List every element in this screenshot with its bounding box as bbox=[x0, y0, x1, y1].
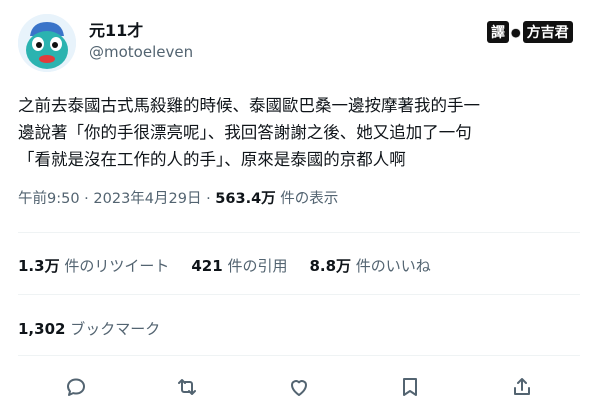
meta-separator: · bbox=[79, 191, 94, 207]
action-bar bbox=[0, 366, 598, 406]
views-count: 563.4万 bbox=[215, 191, 276, 207]
divider bbox=[18, 232, 580, 233]
divider bbox=[18, 294, 580, 295]
bookmark-icon bbox=[403, 378, 417, 396]
share-icon bbox=[514, 378, 530, 395]
reply-icon bbox=[67, 378, 85, 396]
like-icon bbox=[291, 380, 307, 396]
like-button[interactable] bbox=[286, 374, 312, 400]
tweet-date[interactable]: 2023年4月29日 bbox=[93, 191, 201, 207]
quotes-stat[interactable]: 421 件の引用 bbox=[191, 255, 287, 276]
display-name[interactable]: 元11才 bbox=[89, 17, 143, 41]
share-button[interactable] bbox=[509, 374, 535, 400]
bookmarks-stat[interactable]: 1,302 ブックマーク bbox=[18, 318, 160, 339]
divider bbox=[18, 355, 580, 356]
likes-count: 8.8万 bbox=[309, 257, 352, 275]
avatar-image bbox=[18, 14, 76, 72]
retweets-label: 件のリツイート bbox=[59, 257, 170, 275]
likes-stat[interactable]: 8.8万 件のいいね bbox=[309, 255, 430, 276]
likes-label: 件のいいね bbox=[351, 257, 431, 275]
tweet-meta: 午前9:50 · 2023年4月29日 · 563.4万 件の表示 bbox=[18, 187, 338, 208]
quotes-label: 件の引用 bbox=[222, 257, 288, 275]
avatar[interactable] bbox=[18, 14, 76, 72]
reply-button[interactable] bbox=[63, 374, 89, 400]
retweets-count: 1.3万 bbox=[18, 257, 60, 275]
retweets-stat[interactable]: 1.3万 件のリツイート bbox=[18, 255, 169, 276]
bookmark-button[interactable] bbox=[397, 374, 423, 400]
retweet-icon bbox=[178, 379, 196, 395]
retweet-button[interactable] bbox=[174, 374, 200, 400]
views-label: 件の表示 bbox=[275, 191, 339, 207]
tweet-header: 元11才 @motoeleven 譯 ● 方吉君 bbox=[0, 0, 598, 80]
tweet-stats: 1.3万 件のリツイート 421 件の引用 8.8万 件のいいね bbox=[18, 255, 431, 276]
tweet-text: 之前去泰國古式馬殺雞的時候、泰國歐巴桑一邊按摩著我的手一 邊說著「你的手很漂亮呢… bbox=[18, 96, 480, 169]
quotes-count: 421 bbox=[191, 257, 223, 275]
translator-badge: 譯 ● 方吉君 bbox=[487, 21, 573, 43]
bookmarks-count: 1,302 bbox=[18, 320, 66, 338]
bookmarks-label: ブックマーク bbox=[65, 320, 161, 338]
translator-badge-sep: ● bbox=[511, 25, 521, 39]
translator-badge-name: 方吉君 bbox=[522, 21, 573, 43]
meta-separator-2: · bbox=[201, 191, 216, 207]
user-handle[interactable]: @motoeleven bbox=[89, 43, 193, 61]
translator-badge-prefix: 譯 bbox=[487, 21, 509, 43]
tweet-time[interactable]: 午前9:50 bbox=[18, 191, 80, 207]
